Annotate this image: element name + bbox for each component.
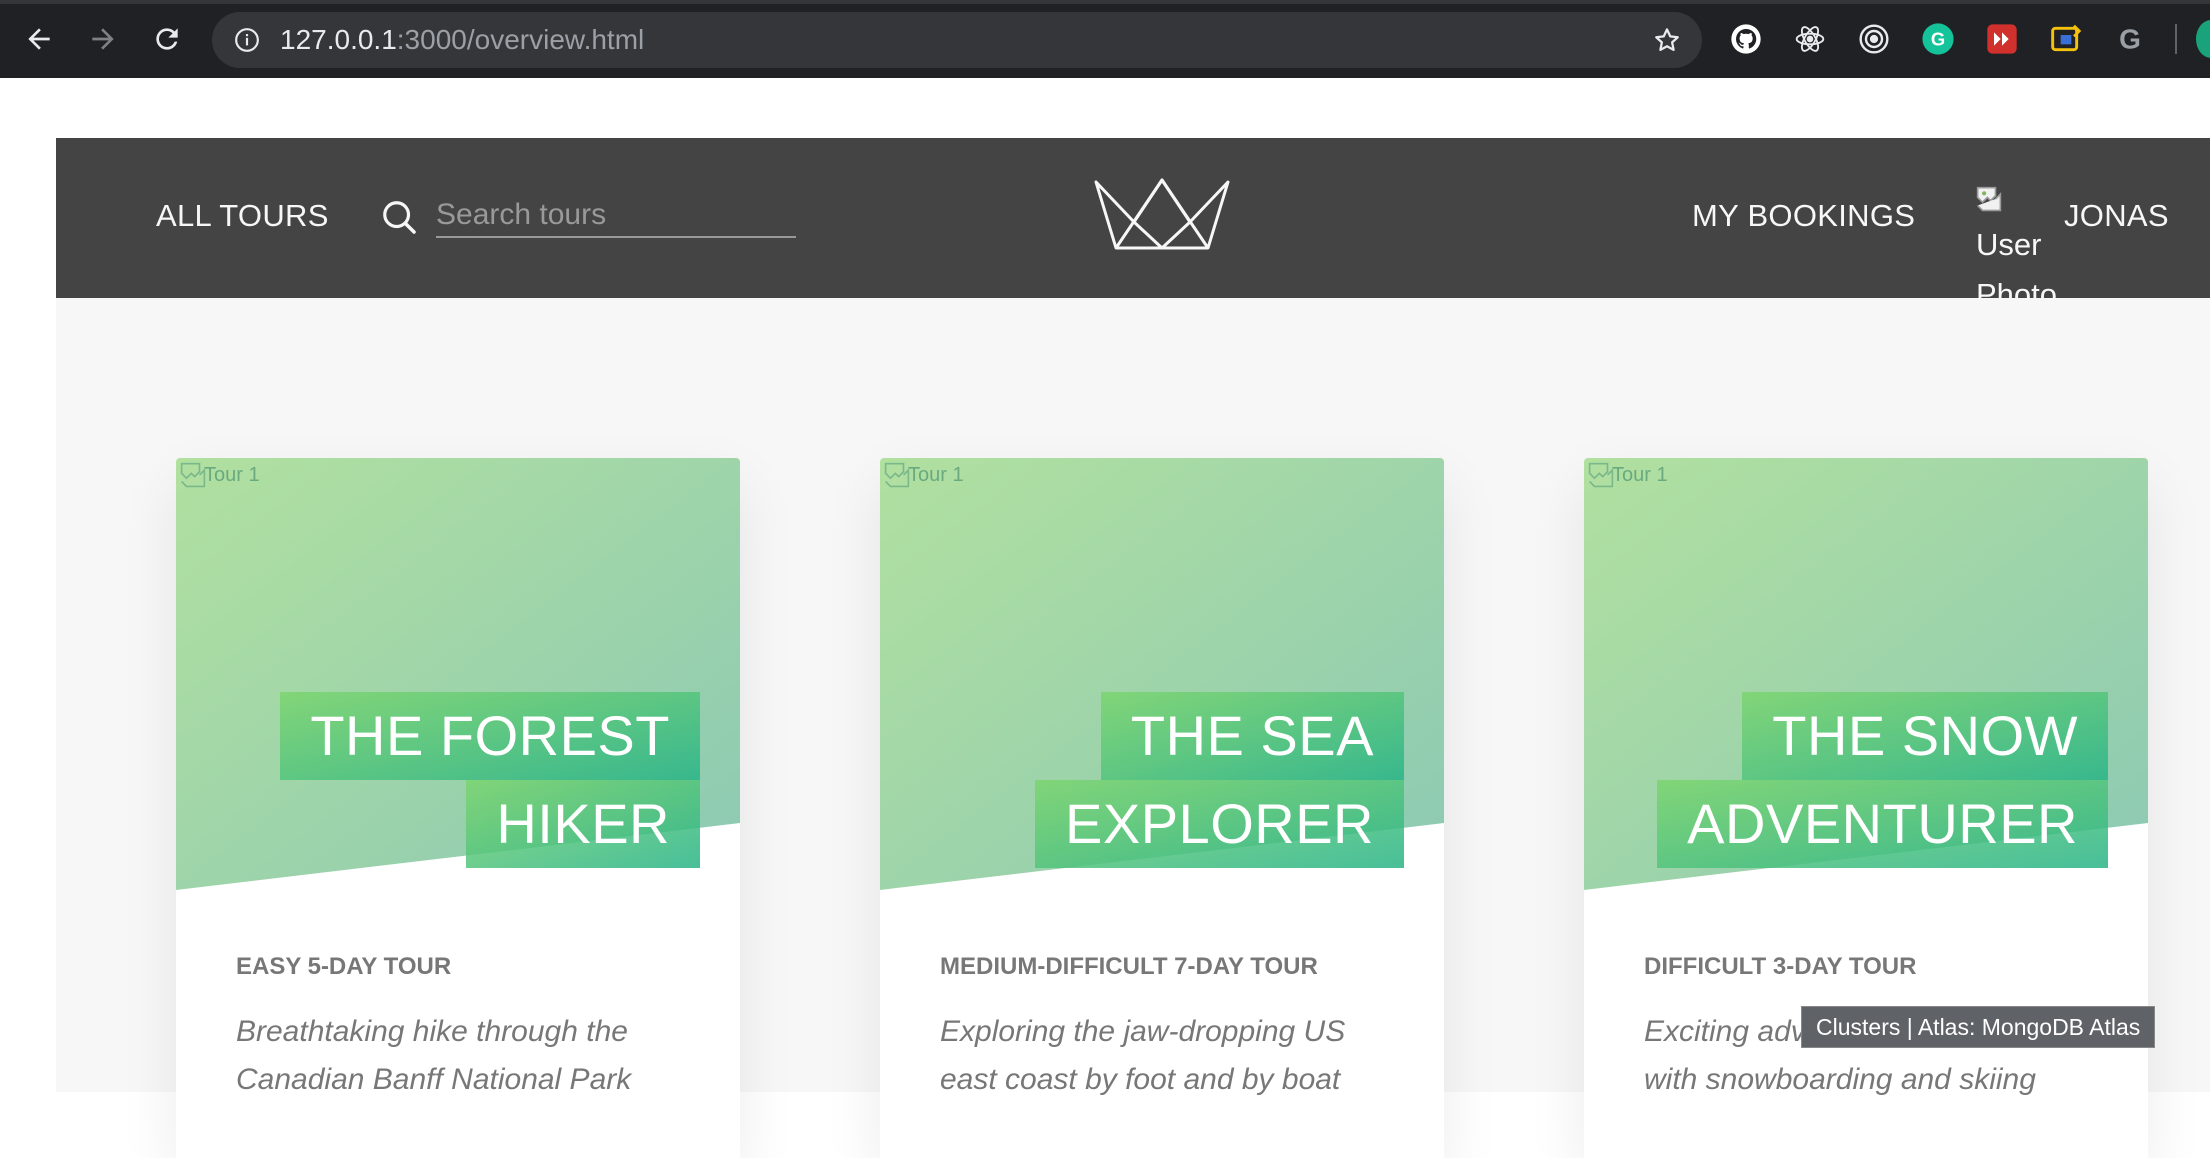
target-icon[interactable] — [1857, 22, 1891, 56]
card-image-alt-text: Tour 1 — [1612, 463, 1668, 486]
card-title-line-1: The Forest — [280, 692, 700, 780]
site-header: All tours My bookings — [56, 138, 2210, 298]
card-title: The Sea Explorer — [944, 692, 1404, 868]
search-icon[interactable] — [380, 198, 418, 236]
bookmark-star-icon[interactable] — [1652, 25, 1682, 55]
user-photo-alt-text: User Photo — [1976, 227, 2058, 298]
address-bar[interactable]: 127.0.0.1:3000/overview.html — [212, 12, 1702, 68]
reload-icon — [156, 28, 178, 50]
svg-text:G: G — [1931, 28, 1945, 49]
github-icon[interactable] — [1729, 22, 1763, 56]
tour-card[interactable]: Tour 1 The Forest Hiker Easy 5-day tour … — [176, 458, 740, 1158]
broken-image-icon — [1976, 186, 2002, 212]
site-container: All tours My bookings — [56, 138, 2210, 1158]
card-title: The Forest Hiker — [240, 692, 700, 868]
back-button[interactable] — [16, 16, 62, 62]
yellow-extension-icon[interactable] — [2049, 22, 2083, 56]
my-bookings-link[interactable]: My bookings — [1692, 198, 1915, 234]
url-text[interactable]: 127.0.0.1:3000/overview.html — [280, 25, 644, 55]
svg-text:G: G — [2119, 23, 2141, 54]
card-title-line-1: The Snow — [1742, 692, 2108, 780]
grammarly-icon[interactable]: G — [1921, 22, 1955, 56]
tab-strip-edge — [0, 0, 2210, 4]
card-image-alt-text: Tour 1 — [908, 463, 964, 486]
card-title-line-2: Hiker — [466, 780, 700, 868]
card-image: Tour 1 — [180, 462, 260, 488]
tour-card[interactable]: Tour 1 The Snow Adventurer Difficult 3-d… — [1584, 458, 2148, 1158]
card-image-alt-text: Tour 1 — [204, 463, 260, 486]
tab-hover-tooltip: Clusters | Atlas: MongoDB Atlas — [1801, 1006, 2156, 1048]
card-subheading: Difficult 3-day tour — [1644, 953, 1917, 980]
red-extension-icon[interactable] — [1985, 22, 2019, 56]
card-subheading: Medium-difficult 7-day tour — [940, 953, 1318, 980]
card-title-line-1: The Sea — [1100, 692, 1404, 780]
arrow-left-icon — [28, 28, 50, 50]
toolbar-separator — [2175, 24, 2177, 54]
card-title: The Snow Adventurer — [1648, 692, 2108, 868]
all-tours-link[interactable]: All tours — [156, 198, 329, 234]
react-devtools-icon[interactable] — [1793, 22, 1827, 56]
browser-chrome: 127.0.0.1:3000/overview.html G G — [0, 0, 2210, 78]
broken-image-icon — [884, 462, 910, 488]
arrow-right-icon — [92, 28, 114, 50]
reload-button[interactable] — [144, 16, 190, 62]
profile-avatar[interactable] — [2196, 20, 2210, 58]
broken-image-icon — [180, 462, 206, 488]
user-photo[interactable]: User Photo — [1976, 186, 2066, 298]
forward-button[interactable] — [80, 16, 126, 62]
info-icon[interactable] — [234, 27, 260, 53]
card-image: Tour 1 — [884, 462, 964, 488]
broken-image-icon — [1588, 462, 1614, 488]
card-image: Tour 1 — [1588, 462, 1668, 488]
search-form — [380, 194, 796, 240]
card-title-line-2: Adventurer — [1657, 780, 2108, 868]
card-title-line-2: Explorer — [1035, 780, 1404, 868]
page-viewport: All tours My bookings — [0, 78, 2210, 1158]
user-name-link[interactable]: Jonas — [2064, 198, 2169, 234]
search-input[interactable] — [436, 194, 796, 238]
google-icon[interactable]: G — [2113, 22, 2147, 56]
card-summary: Breathtaking hike through the Canadian B… — [236, 1015, 632, 1096]
tour-card[interactable]: Tour 1 The Sea Explorer Medium-difficult… — [880, 458, 1444, 1158]
card-summary: Exploring the jaw-dropping US east coast… — [940, 1015, 1346, 1096]
crown-logo-icon — [1094, 178, 1230, 250]
card-subheading: Easy 5-day tour — [236, 953, 452, 980]
